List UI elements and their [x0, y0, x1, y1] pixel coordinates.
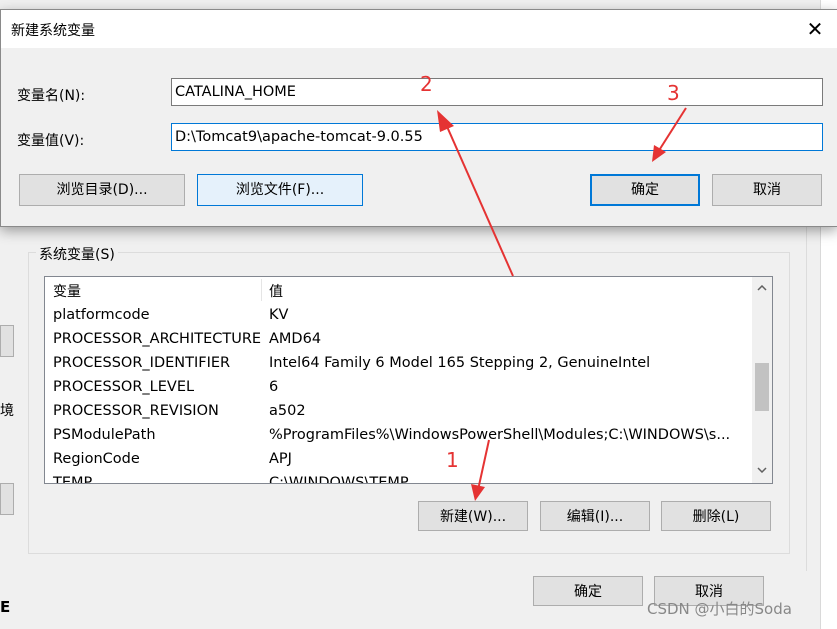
annotation-number-3: 3 [667, 81, 680, 105]
annotation-number-2: 2 [420, 72, 433, 96]
annotation-number-1: 1 [446, 448, 459, 472]
annotation-arrows [437, 107, 687, 501]
watermark-text: CSDN @小白的Soda [647, 600, 792, 618]
